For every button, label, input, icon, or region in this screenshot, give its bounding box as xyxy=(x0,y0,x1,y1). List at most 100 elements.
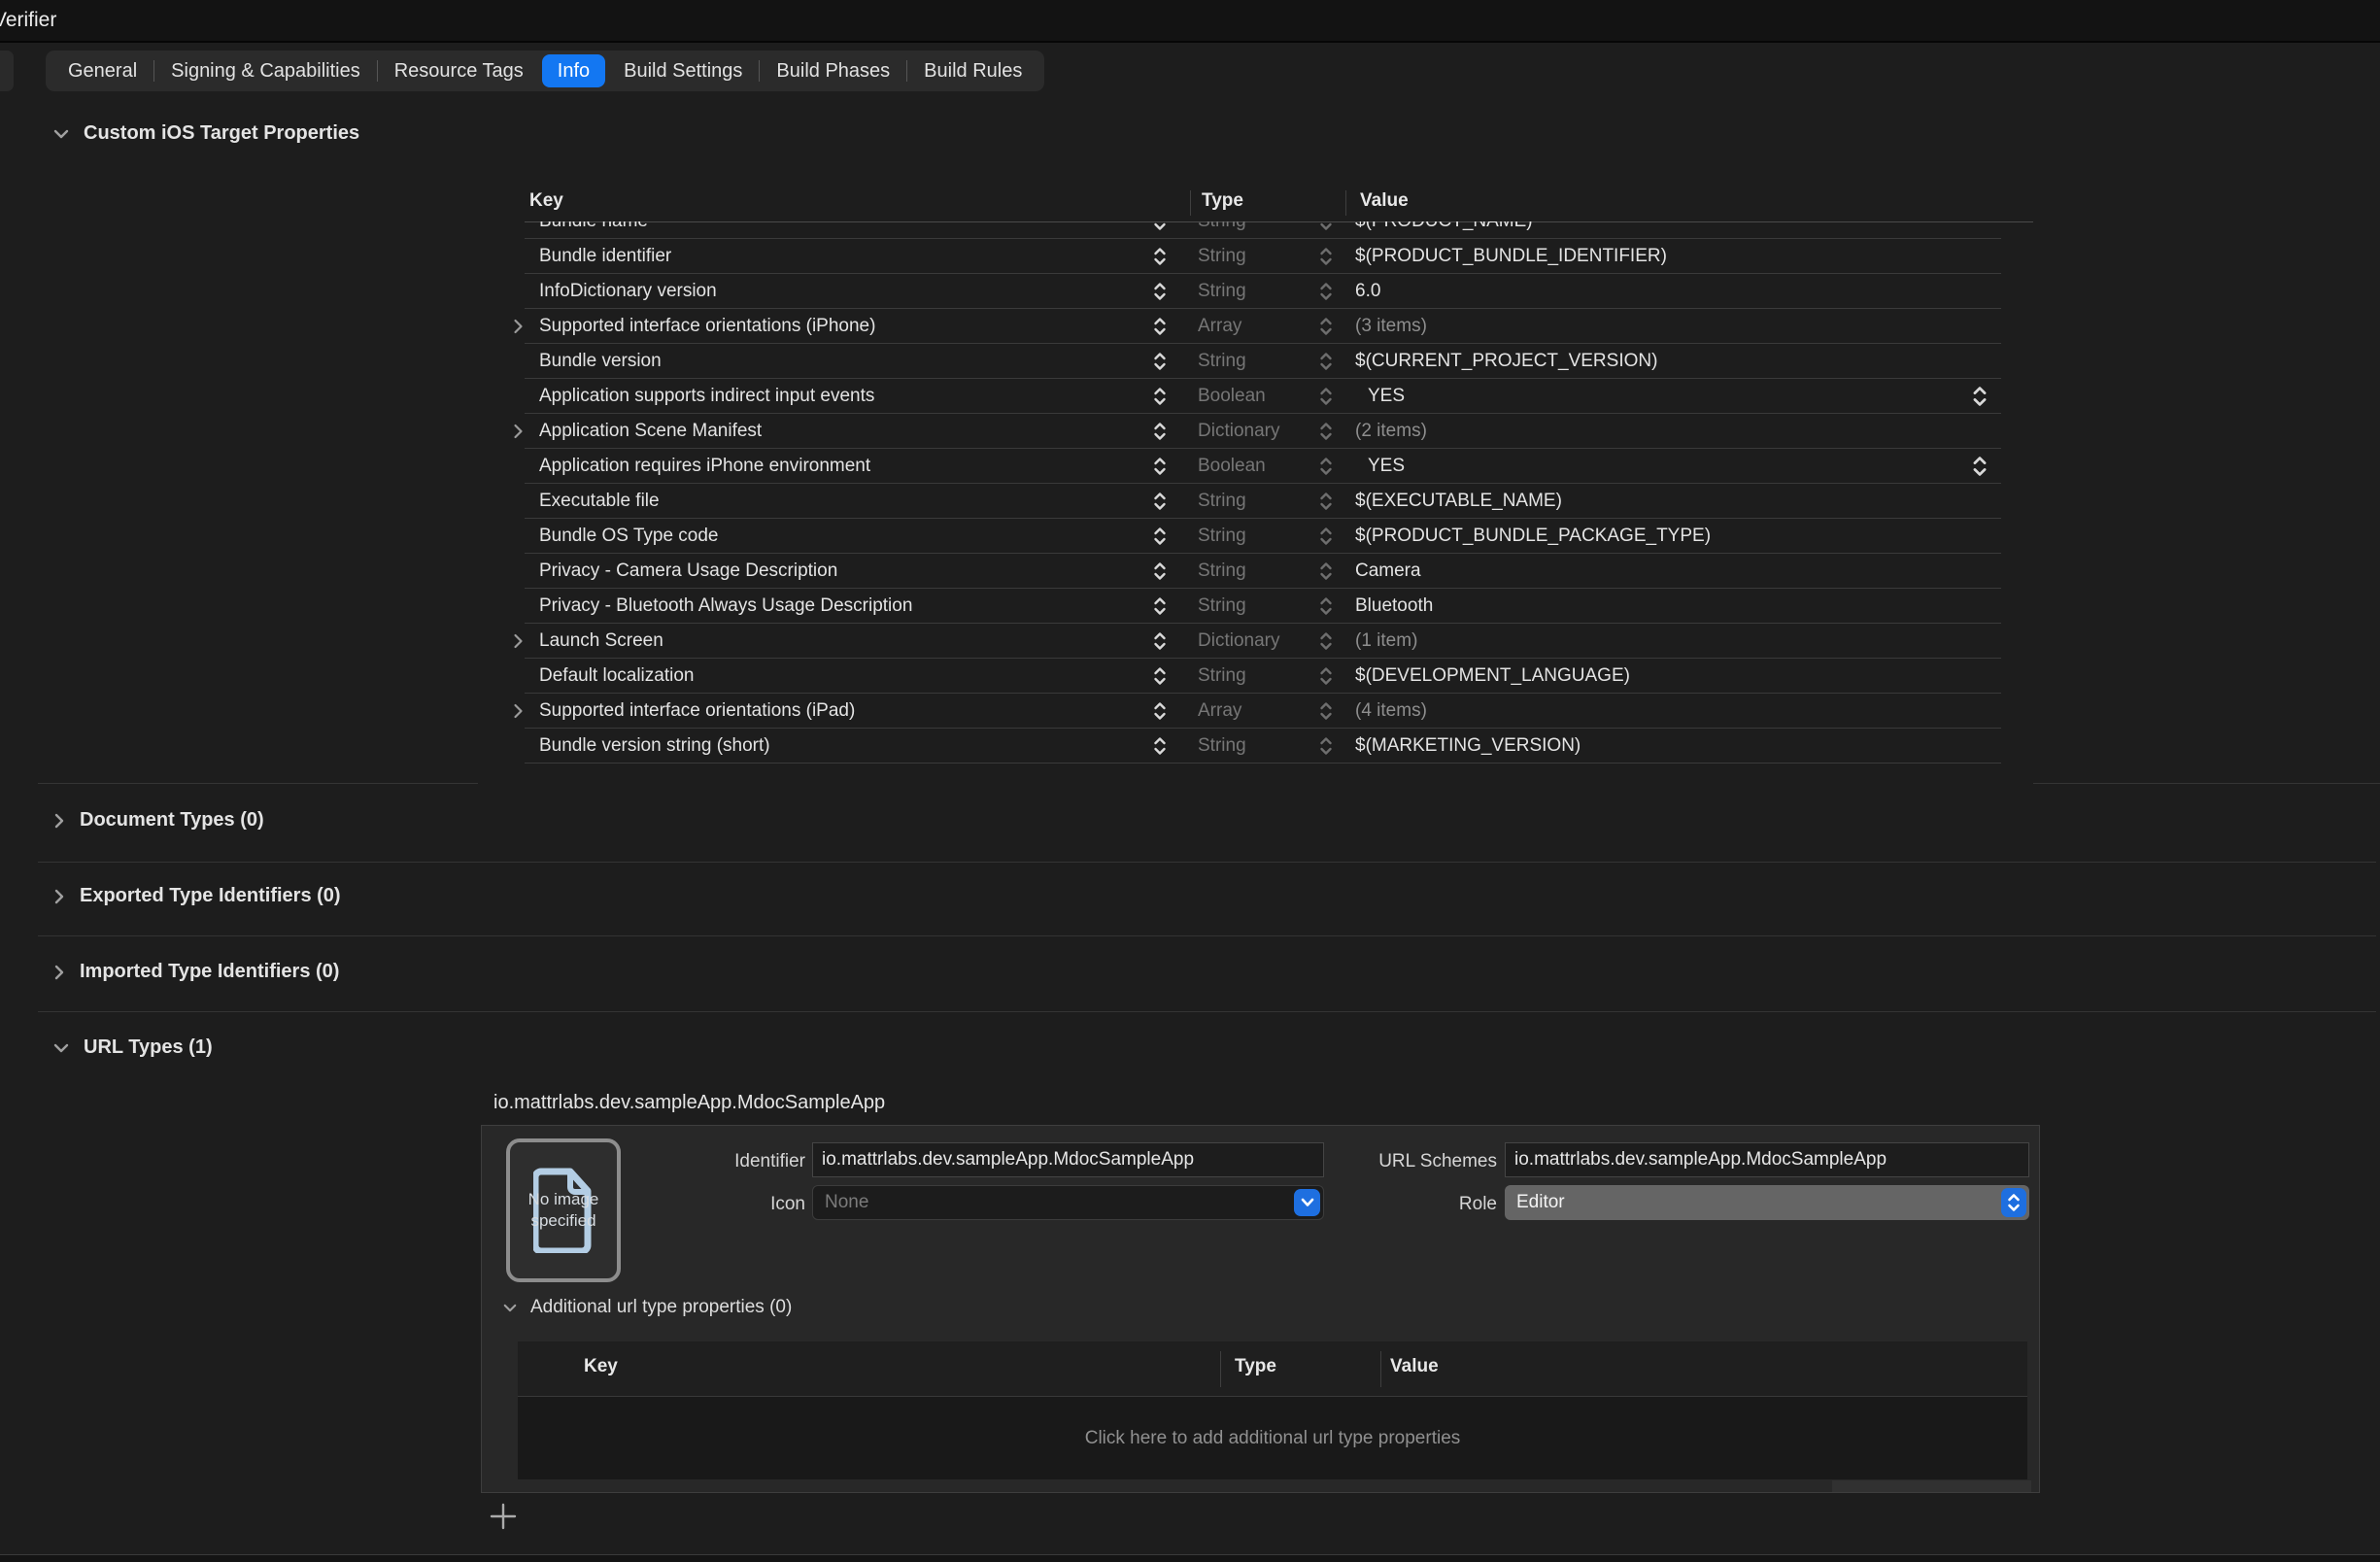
table-row[interactable]: InfoDictionary version String 6.0 xyxy=(505,274,2040,309)
boolean-dropdown-icon[interactable] xyxy=(1972,384,1988,409)
table-row[interactable]: Launch Screen Dictionary (1 item) xyxy=(505,624,2040,659)
chevron-right-icon[interactable] xyxy=(53,813,65,829)
section-imported-type-identifiers[interactable]: Imported Type Identifiers (0) xyxy=(53,961,339,983)
icon-combobox[interactable]: None xyxy=(812,1185,1324,1220)
key-stepper-icon[interactable] xyxy=(1153,560,1167,583)
property-type[interactable]: Boolean xyxy=(1198,456,1266,477)
type-stepper-icon[interactable] xyxy=(1319,630,1333,653)
section-custom-ios-target-properties[interactable]: Custom iOS Target Properties xyxy=(53,122,359,145)
type-stepper-icon[interactable] xyxy=(1319,386,1333,408)
key-stepper-icon[interactable] xyxy=(1153,351,1167,373)
property-type[interactable]: String xyxy=(1198,221,1246,232)
type-stepper-icon[interactable] xyxy=(1319,316,1333,338)
type-stepper-icon[interactable] xyxy=(1319,281,1333,303)
chevron-down-icon[interactable] xyxy=(53,128,69,140)
popup-stepper-button[interactable] xyxy=(2001,1188,2026,1217)
table-row[interactable]: Application requires iPhone environment … xyxy=(505,449,2040,484)
key-stepper-icon[interactable] xyxy=(1153,221,1167,233)
additional-url-type-properties-header[interactable]: Additional url type properties (0) xyxy=(503,1297,792,1318)
disclosure-chevron-icon[interactable] xyxy=(513,703,524,719)
key-stepper-icon[interactable] xyxy=(1153,630,1167,653)
xcode-info-tab: Verifier GeneralSigning & CapabilitiesRe… xyxy=(0,0,2380,1562)
table-row[interactable]: Supported interface orientations (iPad) … xyxy=(505,694,2040,729)
table-row[interactable]: Bundle version string (short) String $(M… xyxy=(505,729,2040,764)
horizontal-scrollbar[interactable] xyxy=(1832,1480,2031,1492)
type-stepper-icon[interactable] xyxy=(1319,456,1333,478)
type-stepper-icon[interactable] xyxy=(1319,421,1333,443)
tab-build-phases[interactable]: Build Phases xyxy=(760,51,906,91)
property-type[interactable]: String xyxy=(1198,735,1246,757)
property-type[interactable]: String xyxy=(1198,560,1246,582)
section-document-types[interactable]: Document Types (0) xyxy=(53,809,264,832)
table-row[interactable]: Bundle identifier String $(PRODUCT_BUNDL… xyxy=(505,239,2040,274)
type-stepper-icon[interactable] xyxy=(1319,246,1333,268)
disclosure-chevron-icon[interactable] xyxy=(513,319,524,334)
tab-build-rules[interactable]: Build Rules xyxy=(907,51,1038,91)
role-popup[interactable]: Editor xyxy=(1505,1185,2029,1220)
chevron-down-icon[interactable] xyxy=(53,1042,69,1054)
chevron-right-icon[interactable] xyxy=(53,889,65,904)
combobox-dropdown-button[interactable] xyxy=(1294,1189,1320,1216)
type-stepper-icon[interactable] xyxy=(1319,665,1333,688)
type-stepper-icon[interactable] xyxy=(1319,560,1333,583)
url-type-image-well[interactable]: No image specified xyxy=(506,1138,621,1282)
key-stepper-icon[interactable] xyxy=(1153,281,1167,303)
table-row[interactable]: Executable file String $(EXECUTABLE_NAME… xyxy=(505,484,2040,519)
property-type[interactable]: Dictionary xyxy=(1198,421,1279,442)
property-type[interactable]: String xyxy=(1198,246,1246,267)
url-schemes-field[interactable]: io.mattrlabs.dev.sampleApp.MdocSampleApp xyxy=(1505,1142,2029,1177)
key-stepper-icon[interactable] xyxy=(1153,491,1167,513)
property-type[interactable]: Array xyxy=(1198,316,1241,337)
type-stepper-icon[interactable] xyxy=(1319,595,1333,618)
tab-info[interactable]: Info xyxy=(542,54,605,87)
key-stepper-icon[interactable] xyxy=(1153,316,1167,338)
key-stepper-icon[interactable] xyxy=(1153,735,1167,758)
key-stepper-icon[interactable] xyxy=(1153,386,1167,408)
type-stepper-icon[interactable] xyxy=(1319,491,1333,513)
tab-signing-capabilities[interactable]: Signing & Capabilities xyxy=(154,51,377,91)
table-row[interactable]: Bundle name String $(PRODUCT_NAME) xyxy=(505,221,2040,239)
tab-build-settings[interactable]: Build Settings xyxy=(607,51,759,91)
add-url-type-button[interactable] xyxy=(490,1503,517,1530)
chevron-right-icon[interactable] xyxy=(53,965,65,980)
type-stepper-icon[interactable] xyxy=(1319,351,1333,373)
table-row[interactable]: Supported interface orientations (iPhone… xyxy=(505,309,2040,344)
property-type[interactable]: String xyxy=(1198,665,1246,687)
property-type[interactable]: String xyxy=(1198,351,1246,372)
table-row[interactable]: Bundle version String $(CURRENT_PROJECT_… xyxy=(505,344,2040,379)
identifier-field[interactable]: io.mattrlabs.dev.sampleApp.MdocSampleApp xyxy=(812,1142,1324,1177)
type-stepper-icon[interactable] xyxy=(1319,700,1333,723)
key-stepper-icon[interactable] xyxy=(1153,526,1167,548)
property-type[interactable]: Dictionary xyxy=(1198,630,1279,652)
section-url-types[interactable]: URL Types (1) xyxy=(53,1036,213,1059)
key-stepper-icon[interactable] xyxy=(1153,246,1167,268)
property-type[interactable]: Boolean xyxy=(1198,386,1266,407)
property-type[interactable]: Array xyxy=(1198,700,1241,722)
key-stepper-icon[interactable] xyxy=(1153,665,1167,688)
property-type[interactable]: String xyxy=(1198,281,1246,302)
key-stepper-icon[interactable] xyxy=(1153,595,1167,618)
property-type[interactable]: String xyxy=(1198,595,1246,617)
type-stepper-icon[interactable] xyxy=(1319,526,1333,548)
disclosure-chevron-icon[interactable] xyxy=(513,633,524,649)
add-additional-properties-hint[interactable]: Click here to add additional url type pr… xyxy=(518,1397,2027,1479)
table-row[interactable]: Application Scene Manifest Dictionary (2… xyxy=(505,414,2040,449)
table-row[interactable]: Default localization String $(DEVELOPMEN… xyxy=(505,659,2040,694)
tab-general[interactable]: General xyxy=(51,51,153,91)
table-row[interactable]: Application supports indirect input even… xyxy=(505,379,2040,414)
table-row[interactable]: Privacy - Camera Usage Description Strin… xyxy=(505,554,2040,589)
type-stepper-icon[interactable] xyxy=(1319,221,1333,233)
chevron-down-icon[interactable] xyxy=(503,1303,517,1313)
disclosure-chevron-icon[interactable] xyxy=(513,424,524,439)
property-type[interactable]: String xyxy=(1198,491,1246,512)
table-row[interactable]: Bundle OS Type code String $(PRODUCT_BUN… xyxy=(505,519,2040,554)
tab-resource-tags[interactable]: Resource Tags xyxy=(378,51,540,91)
boolean-dropdown-icon[interactable] xyxy=(1972,454,1988,479)
property-type[interactable]: String xyxy=(1198,526,1246,547)
section-exported-type-identifiers[interactable]: Exported Type Identifiers (0) xyxy=(53,885,341,907)
key-stepper-icon[interactable] xyxy=(1153,700,1167,723)
type-stepper-icon[interactable] xyxy=(1319,735,1333,758)
key-stepper-icon[interactable] xyxy=(1153,456,1167,478)
key-stepper-icon[interactable] xyxy=(1153,421,1167,443)
table-row[interactable]: Privacy - Bluetooth Always Usage Descrip… xyxy=(505,589,2040,624)
